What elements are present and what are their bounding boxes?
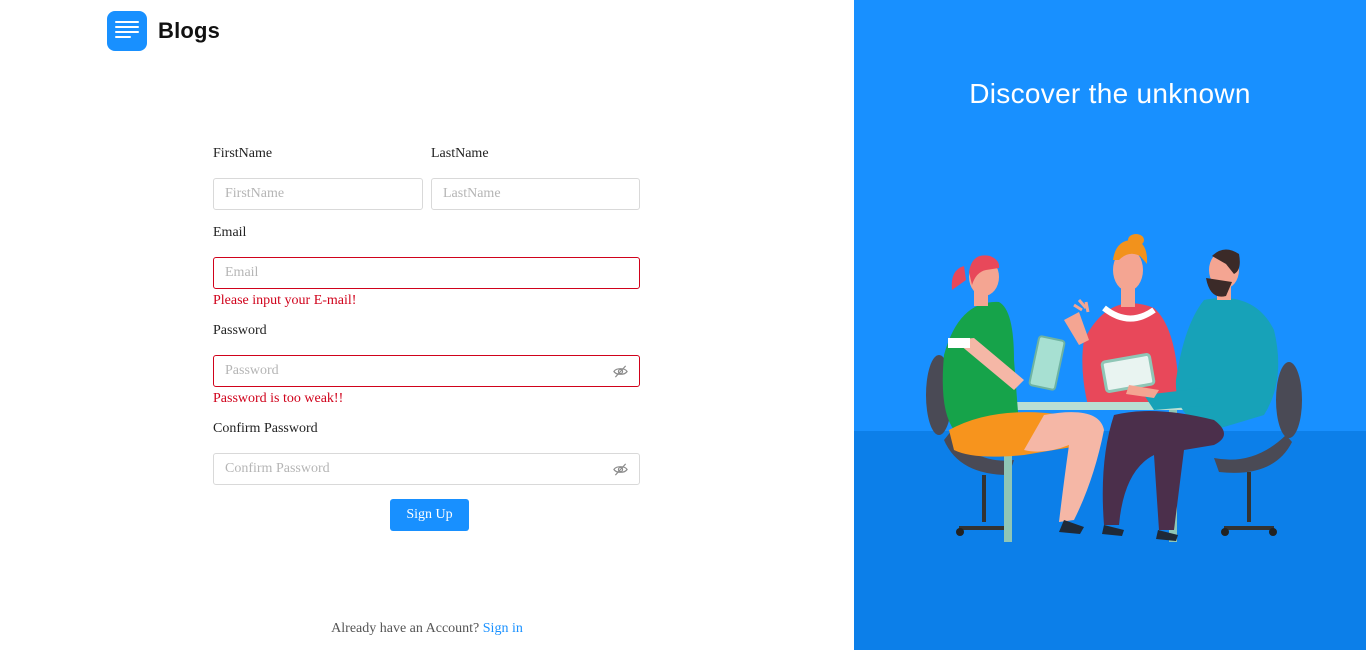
password-field[interactable] <box>213 355 640 387</box>
confirm-password-input[interactable] <box>214 454 639 484</box>
last-name-label: LastName <box>431 146 489 161</box>
confirm-password-field[interactable] <box>213 453 640 485</box>
email-input[interactable] <box>214 258 639 288</box>
first-name-field[interactable] <box>213 178 423 210</box>
password-error: Password is too weak!! <box>213 391 344 406</box>
eye-invisible-icon[interactable] <box>613 462 628 477</box>
first-name-input[interactable] <box>214 179 422 209</box>
signup-pane: Blogs FirstName LastName Email Please in… <box>0 0 854 650</box>
sign-in-link[interactable]: Sign in <box>483 621 523 636</box>
brand-name: Blogs <box>158 18 221 43</box>
email-error: Please input your E-mail! <box>213 293 357 308</box>
email-label: Email <box>213 225 247 240</box>
last-name-field[interactable] <box>431 178 640 210</box>
sign-up-button[interactable]: Sign Up <box>390 499 469 531</box>
sign-in-prompt-text: Already have an Account? <box>331 621 480 636</box>
brand[interactable]: Blogs <box>107 11 220 51</box>
hero-tagline: Discover the unknown <box>969 78 1251 109</box>
last-name-input[interactable] <box>432 179 639 209</box>
hero-panel: Discover the unknown <box>854 0 1366 650</box>
sign-in-prompt: Already have an Account? Sign in <box>0 621 854 637</box>
eye-invisible-icon[interactable] <box>613 364 628 379</box>
team-meeting-illustration <box>926 234 1302 542</box>
menu-lines-icon <box>107 11 147 51</box>
email-field[interactable] <box>213 257 640 289</box>
password-input[interactable] <box>214 356 639 386</box>
confirm-password-label: Confirm Password <box>213 421 318 436</box>
first-name-label: FirstName <box>213 146 273 161</box>
password-label: Password <box>213 323 267 338</box>
